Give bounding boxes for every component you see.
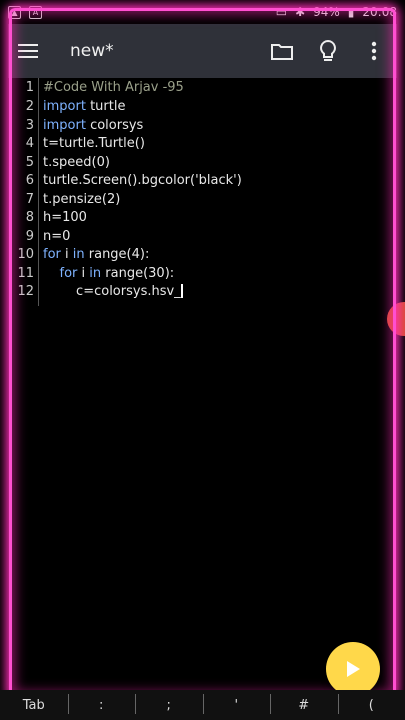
code-line[interactable]: 2 import turtle (12, 97, 126, 116)
line-number: 11 (17, 265, 34, 281)
code-text: t=turtle.Turtle() (43, 135, 145, 151)
line-number: 12 (17, 283, 34, 299)
code-line[interactable]: 10 for i in range(4): (12, 245, 149, 264)
battery-icon: ▮ (347, 5, 355, 19)
code-line[interactable]: 1 #Code With Arjav -95 (12, 78, 184, 97)
gutter-divider (38, 78, 39, 306)
code-editor[interactable]: 1 #Code With Arjav -95 2 import turtle 3… (12, 78, 393, 690)
notification-icon: ▲ (8, 5, 21, 19)
battery-text: 94% (313, 5, 340, 19)
hamburger-menu-icon[interactable] (8, 24, 48, 78)
code-text: t.pensize(2) (43, 191, 121, 207)
line-number: 9 (25, 228, 34, 244)
bluetooth-icon: ✱ (295, 5, 306, 19)
key-quote[interactable]: ' (202, 693, 271, 714)
line-number: 10 (17, 246, 34, 262)
file-title: new* (70, 41, 114, 61)
status-bar: ▲ A ▭ ✱ 94% ▮ 20:08 (0, 0, 405, 24)
code-text: n=0 (43, 228, 71, 244)
code-text: import turtle (43, 98, 126, 114)
cast-icon: ▭ (275, 5, 288, 19)
play-icon (347, 661, 360, 677)
line-number: 5 (25, 154, 34, 170)
run-button[interactable] (326, 642, 380, 696)
code-line[interactable]: 4 t=turtle.Turtle() (12, 134, 145, 153)
line-number: 3 (25, 117, 34, 133)
code-line[interactable]: 11 for i in range(30): (12, 264, 174, 283)
code-line[interactable]: 5 t.speed(0) (12, 153, 110, 172)
code-text: c=colorsys.hsv_ (43, 284, 183, 299)
line-number: 7 (25, 191, 34, 207)
extra-keys-bar: Tab : ; ' # ( (0, 690, 405, 720)
key-tab[interactable]: Tab (0, 698, 68, 713)
code-line[interactable]: 12 c=colorsys.hsv_ (12, 282, 183, 301)
lightbulb-icon[interactable] (305, 24, 351, 78)
code-line[interactable]: 6 turtle.Screen().bgcolor('black') (12, 171, 242, 190)
line-number: 6 (25, 172, 34, 188)
code-text: for i in range(30): (59, 265, 175, 281)
line-number: 4 (25, 135, 34, 151)
clock: 20:08 (362, 5, 397, 19)
folder-icon[interactable] (259, 24, 305, 78)
code-line[interactable]: 8 h=100 (12, 208, 87, 227)
line-number: 1 (25, 79, 34, 95)
code-line[interactable]: 7 t.pensize(2) (12, 190, 121, 209)
code-text: turtle.Screen().bgcolor('black') (43, 172, 242, 188)
code-text: for i in range(4): (43, 246, 150, 262)
code-line[interactable]: 9 n=0 (12, 227, 71, 246)
key-colon[interactable]: : (67, 693, 136, 714)
more-vertical-icon[interactable] (351, 24, 397, 78)
text-cursor (180, 284, 183, 299)
key-semicolon[interactable]: ; (135, 693, 203, 714)
notification-icon: A (29, 5, 42, 19)
key-paren[interactable]: ( (337, 693, 405, 714)
app-toolbar: new* (8, 24, 397, 78)
line-number: 8 (25, 209, 34, 225)
code-line[interactable]: 3 import colorsys (12, 116, 144, 135)
code-text-current: c=colorsys.hsv_ (43, 283, 181, 299)
line-number: 2 (25, 98, 34, 114)
code-text: #Code With Arjav -95 (43, 79, 184, 95)
code-text: t.speed(0) (43, 154, 110, 170)
key-hash[interactable]: # (270, 693, 338, 714)
code-text: h=100 (43, 209, 87, 225)
code-text: import colorsys (43, 117, 144, 133)
